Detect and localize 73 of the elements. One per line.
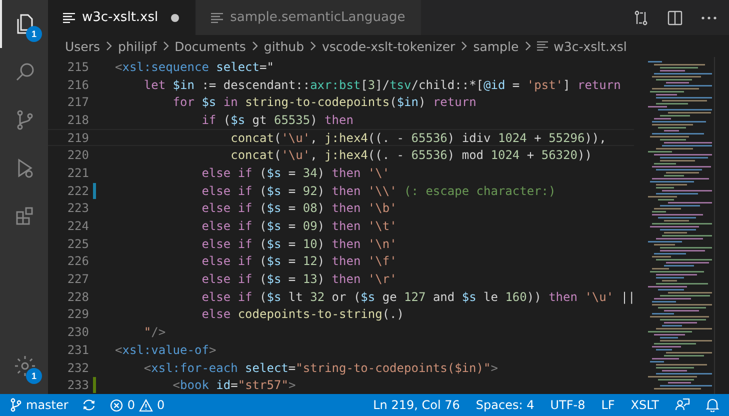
branch-indicator[interactable]: master bbox=[10, 398, 68, 412]
code-line: <xsl:for-each select="string-to-codepoints($in)"> bbox=[142, 360, 498, 375]
code-line: <xsl:sequence select=" bbox=[115, 60, 274, 74]
code-line: else if ($s = 92) then '\\' (: escape character:) bbox=[200, 184, 556, 198]
split-editor-icon[interactable] bbox=[667, 10, 683, 26]
editor-tab[interactable]: sample.semanticLanguage bbox=[196, 0, 422, 35]
code-line: else codepoints-to-string(.) bbox=[200, 307, 404, 322]
breadcrumb-item[interactable]: Documents bbox=[174, 38, 246, 54]
line-number: 230 bbox=[66, 325, 89, 340]
breadcrumb-item[interactable]: w3c-xslt.xsl bbox=[554, 38, 627, 54]
code-line: if ($s gt 65535) then bbox=[200, 112, 354, 127]
sync-icon[interactable] bbox=[82, 399, 96, 411]
line-number: 223 bbox=[66, 201, 89, 216]
line-number: 225 bbox=[66, 236, 89, 251]
line-number: 215 bbox=[66, 60, 89, 74]
code-line: else if ($s = 08) then '\b' bbox=[200, 201, 397, 216]
notification-badge: 1 bbox=[26, 26, 42, 42]
line-number: 222 bbox=[66, 184, 89, 198]
code-line: concat('\u', j:hex4((. - 65536) idiv 1024 + 55296)), bbox=[230, 130, 606, 145]
lines-icon bbox=[211, 12, 224, 22]
code-line: "/> bbox=[142, 325, 166, 340]
code-line: else if ($s = 13) then '\r' bbox=[200, 272, 397, 286]
line-number: 220 bbox=[66, 148, 89, 162]
line-number: 216 bbox=[66, 78, 89, 92]
line-number: 224 bbox=[66, 219, 89, 234]
encoding-setting[interactable]: UTF-8 bbox=[550, 398, 586, 412]
line-number: 227 bbox=[66, 272, 89, 286]
breadcrumb-item[interactable]: vscode-xslt-tokenizer bbox=[322, 38, 456, 54]
lines-icon bbox=[536, 41, 548, 51]
indentation-setting[interactable]: Spaces: 4 bbox=[476, 398, 534, 412]
chevron-right-icon bbox=[524, 41, 531, 51]
chevron-right-icon bbox=[461, 41, 468, 51]
line-number: 231 bbox=[66, 342, 89, 357]
code-line: <xsl:value-of> bbox=[115, 342, 216, 357]
feedback-icon[interactable] bbox=[675, 398, 690, 412]
line-ending-setting[interactable]: LF bbox=[601, 398, 615, 412]
code-line: else if ($s lt 32 or ($s ge 127 and $s le 160)) then '\u' || bbox=[200, 290, 636, 304]
code-line: else if ($s = 34) then '\' bbox=[200, 166, 390, 180]
lines-icon bbox=[63, 12, 75, 22]
manage-button[interactable]: 1 bbox=[0, 342, 48, 390]
breadcrumb-item[interactable]: Users bbox=[65, 38, 100, 54]
settings-icon bbox=[13, 354, 37, 378]
line-number: 219 bbox=[66, 130, 89, 145]
line-number: 221 bbox=[66, 166, 89, 180]
line-number: 232 bbox=[66, 360, 89, 375]
breadcrumb-item[interactable]: github bbox=[264, 38, 304, 54]
more-icon[interactable] bbox=[701, 16, 717, 20]
cursor-position[interactable]: Ln 219, Col 76 bbox=[373, 398, 460, 412]
line-number: 228 bbox=[66, 290, 89, 304]
language-mode[interactable]: XSLT bbox=[630, 398, 659, 412]
code-line: concat('\u', j:hex4((. - 65536) mod 1024 + 56320)) bbox=[230, 148, 592, 162]
code-line: else if ($s = 10) then '\n' bbox=[200, 236, 397, 251]
editor-tab[interactable]: w3c-xslt.xsl bbox=[48, 0, 196, 35]
bell-icon[interactable] bbox=[706, 398, 719, 412]
chevron-right-icon bbox=[252, 41, 258, 51]
chevron-right-icon bbox=[310, 41, 316, 51]
line-number: 233 bbox=[66, 378, 89, 392]
code-line: else if ($s = 12) then '\f' bbox=[200, 254, 397, 268]
line-number: 226 bbox=[66, 254, 89, 268]
code-line: else if ($s = 09) then '\t' bbox=[200, 219, 397, 234]
compare-changes-icon[interactable] bbox=[633, 10, 649, 26]
code-line: for $s in string-to-codepoints($in) return bbox=[172, 95, 476, 110]
code-line: <book id="str57"> bbox=[172, 378, 296, 392]
breadcrumb-item[interactable]: philipf bbox=[118, 38, 157, 54]
breadcrumb-item[interactable]: sample bbox=[473, 38, 519, 54]
notification-badge: 1 bbox=[26, 368, 42, 384]
line-number: 218 bbox=[66, 112, 89, 127]
code-line: let $in := descendant::axr:bst[3]/tsv/child::*[@id = 'pst'] return bbox=[142, 78, 621, 92]
chevron-right-icon bbox=[162, 41, 169, 51]
problems-indicator[interactable]: 0 0 bbox=[110, 398, 165, 412]
line-number: 229 bbox=[66, 307, 89, 322]
chevron-right-icon bbox=[106, 41, 112, 51]
line-number: 217 bbox=[66, 95, 89, 110]
